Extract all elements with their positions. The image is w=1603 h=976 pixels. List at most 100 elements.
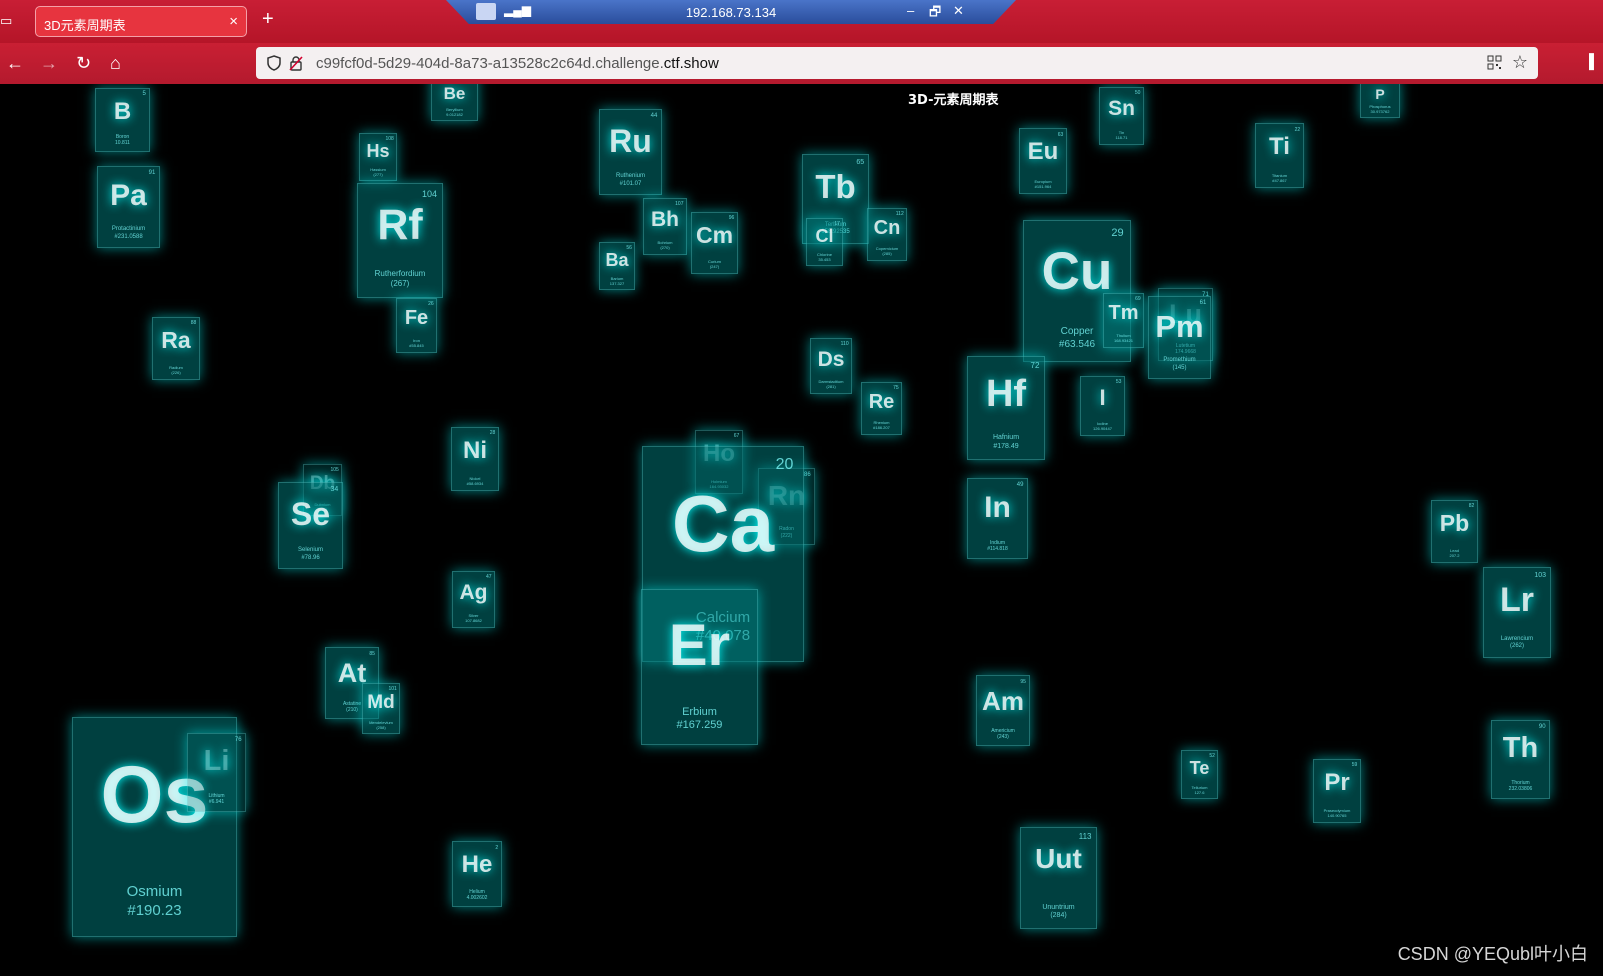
- tab-close-icon[interactable]: ×: [229, 13, 238, 30]
- element-weight: (270): [660, 245, 670, 251]
- browser-tab-active[interactable]: 3D元素周期表 ×: [35, 6, 247, 37]
- sidebar-icon[interactable]: ▌: [1589, 53, 1603, 71]
- element-card-li[interactable]: 76 Li Lithium #6.941: [187, 733, 246, 812]
- element-symbol: P: [1375, 86, 1385, 102]
- element-card-th[interactable]: 90 Th Thorium 232.03806: [1491, 720, 1550, 799]
- element-details: Americium (243): [977, 728, 1029, 741]
- new-tab-button[interactable]: +: [262, 8, 274, 31]
- url-domain: ctf.show: [663, 55, 719, 72]
- element-card-sn[interactable]: 50 Sn Tin 118.71: [1099, 87, 1144, 145]
- address-bar[interactable]: c99fcf0d-5d29-404d-8a73-a13528c2c64d.cha…: [256, 47, 1538, 79]
- element-symbol: Ti: [1269, 133, 1290, 160]
- element-card-fe[interactable]: 26 Fe Iron #55.845: [396, 298, 437, 353]
- forward-button[interactable]: →: [40, 53, 58, 73]
- element-card-pm[interactable]: 61 Pm Promethium (145): [1148, 296, 1211, 379]
- element-weight: (277): [373, 171, 383, 177]
- element-card-b[interactable]: 5 B Boron 10.811: [95, 88, 150, 152]
- element-name: Ununtrium: [1042, 903, 1075, 911]
- element-details: Hafnium #178.49: [968, 434, 1044, 452]
- element-symbol: Pm: [1155, 309, 1204, 344]
- element-card-p[interactable]: P Phosphorus 30.973762: [1360, 84, 1400, 118]
- element-card-cm[interactable]: 96 Cm Curium (247): [691, 212, 738, 274]
- element-number: 103: [1534, 571, 1547, 579]
- shield-icon[interactable]: [266, 55, 282, 71]
- url-text[interactable]: c99fcf0d-5d29-404d-8a73-a13528c2c64d.cha…: [316, 55, 719, 72]
- element-card-eu[interactable]: 63 Eu Europium #151.964: [1019, 128, 1067, 194]
- element-details: Europium #151.964: [1020, 179, 1066, 189]
- element-card-i[interactable]: 53 I Iodine 126.90447: [1080, 376, 1125, 436]
- element-symbol: Ra: [161, 327, 191, 353]
- element-weight: (267): [390, 279, 410, 289]
- element-details: Osmium #190.23: [73, 883, 236, 921]
- element-number: 63: [1057, 131, 1064, 138]
- element-card-ag[interactable]: 47 Ag Silver 107.8682: [452, 571, 495, 628]
- element-symbol: Am: [982, 686, 1024, 716]
- element-symbol: Uut: [1035, 843, 1082, 874]
- element-card-uut[interactable]: 113 Uut Ununtrium (284): [1020, 827, 1097, 929]
- element-card-cn[interactable]: 112 Cn Copernicium (285): [867, 208, 907, 261]
- element-weight: 207.2: [1449, 552, 1460, 558]
- element-details: Iron #55.845: [397, 338, 436, 348]
- element-card-hs[interactable]: 108 Hs Hassium (277): [359, 133, 397, 181]
- reload-button[interactable]: ↻: [76, 53, 91, 73]
- element-weight: #114.818: [987, 546, 1008, 553]
- element-card-bh[interactable]: 107 Bh Bohrium (270): [643, 198, 687, 255]
- element-weight: 168.93421: [1114, 338, 1133, 344]
- element-details: Tellurium 127.6: [1182, 785, 1217, 795]
- element-card-lr[interactable]: 103 Lr Lawrencium (262): [1483, 567, 1551, 658]
- element-card-ra[interactable]: 88 Ra Radium (226): [152, 317, 200, 380]
- element-card-he[interactable]: 2 He Helium 4.002602: [452, 841, 502, 907]
- element-card-in[interactable]: 49 In Indium #114.818: [967, 478, 1028, 559]
- element-card-ti[interactable]: 22 Ti Titanium #47.867: [1255, 123, 1304, 188]
- element-details: Indium #114.818: [968, 540, 1027, 553]
- element-card-te[interactable]: 52 Te Tellurium 127.6: [1181, 750, 1218, 799]
- insecure-lock-icon[interactable]: [288, 55, 304, 71]
- close-icon[interactable]: ✕: [953, 3, 964, 19]
- element-card-pb[interactable]: 82 Pb Lead 207.2: [1431, 500, 1478, 563]
- element-number: 53: [1115, 379, 1122, 386]
- element-card-ni[interactable]: 28 Ni Nickel #58.6934: [451, 427, 499, 491]
- back-button[interactable]: ←: [6, 53, 24, 73]
- element-symbol: Bh: [651, 208, 679, 231]
- element-card-am[interactable]: 95 Am Americium (243): [976, 675, 1030, 746]
- remote-desktop-bar: ▂▄▆ 192.168.73.134 – 🗗 ✕: [446, 0, 1016, 24]
- element-card-rf[interactable]: 104 Rf Rutherfordium (267): [357, 183, 443, 298]
- restore-icon[interactable]: 🗗: [929, 3, 941, 24]
- element-number: 5: [142, 91, 146, 98]
- element-name: Rutherfordium: [374, 269, 426, 279]
- element-card-cl[interactable]: 17 Cl Chlorine 35.453: [806, 218, 843, 266]
- element-card-hf[interactable]: 72 Hf Hafnium #178.49: [967, 356, 1045, 460]
- element-name: Promethium: [1163, 357, 1196, 364]
- qr-code-icon[interactable]: [1487, 55, 1502, 70]
- element-symbol: Md: [367, 692, 395, 713]
- element-details: Silver 107.8682: [453, 613, 494, 623]
- element-number: 52: [1209, 752, 1215, 759]
- element-weight: 140.90765: [1327, 812, 1347, 818]
- element-symbol: Re: [868, 391, 895, 413]
- element-details: Mendelevium (258): [363, 720, 399, 730]
- element-card-pr[interactable]: 59 Pr Praseodymium 140.90765: [1313, 759, 1361, 823]
- element-card-be[interactable]: Be Beryllium 9.012182: [431, 84, 478, 121]
- element-name: Protactinium: [111, 226, 146, 233]
- element-number: 67: [733, 433, 740, 440]
- element-weight: 9.012182: [446, 112, 463, 117]
- element-symbol: Te: [1189, 758, 1210, 778]
- element-number: 17: [834, 220, 840, 227]
- bookmark-star-icon[interactable]: ☆: [1512, 52, 1528, 73]
- element-card-se[interactable]: 34 Se Selenium #78.96: [278, 482, 343, 569]
- element-weight: #178.49: [993, 443, 1019, 451]
- element-card-ru[interactable]: 44 Ru Ruthenium #101.07: [599, 109, 662, 195]
- tab-list-icon[interactable]: ▭: [0, 13, 14, 29]
- element-card-er[interactable]: Er Erbium #167.259: [641, 589, 758, 745]
- element-card-tm[interactable]: 69 Tm Thulium 168.93421: [1103, 293, 1144, 348]
- element-number: 107: [675, 201, 684, 208]
- element-card-re[interactable]: 75 Re Rhenium #186.207: [861, 382, 902, 435]
- minimize-icon[interactable]: –: [907, 3, 914, 18]
- element-card-pa[interactable]: 91 Pa Protactinium #231.0588: [97, 166, 160, 248]
- element-number: 86: [804, 472, 811, 478]
- element-number: 26: [428, 301, 434, 308]
- element-card-ds[interactable]: 110 Ds Darmstadtium (281): [810, 338, 852, 394]
- home-button[interactable]: ⌂: [110, 53, 121, 73]
- element-card-md[interactable]: 101 Md Mendelevium (258): [362, 683, 400, 734]
- element-card-ba[interactable]: 56 Ba Barium 137.327: [599, 242, 635, 290]
